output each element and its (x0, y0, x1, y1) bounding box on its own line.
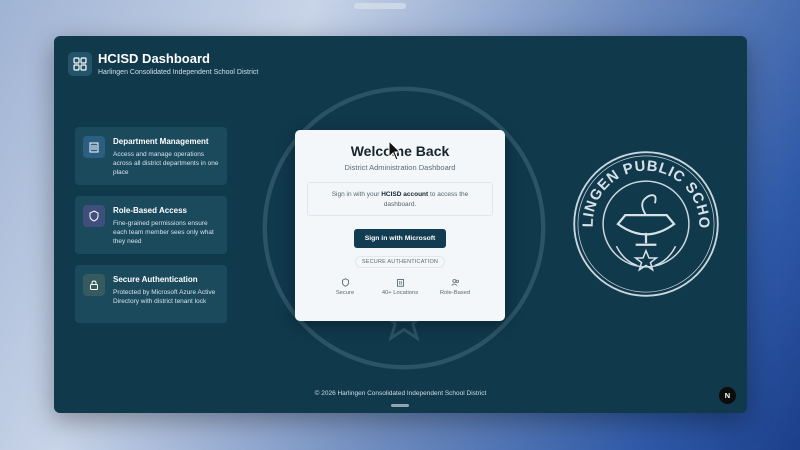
login-feature-label: Role-Based (439, 290, 471, 296)
shield-icon (341, 278, 349, 287)
feature-description: Fine-grained permissions ensure each tea… (113, 220, 214, 245)
secure-auth-tag: SECURE AUTHENTICATION (354, 256, 446, 268)
seal-text: HARLINGEN PUBLIC SCHOOLS (572, 150, 711, 229)
notice-text: Sign in with your (331, 191, 382, 198)
feature-card-auth: Secure Authentication Protected by Micro… (75, 265, 227, 323)
login-feature-label: 40+ Locations (381, 290, 419, 296)
shield-icon (83, 205, 105, 227)
login-feature-label: Secure (335, 290, 355, 296)
grid-icon (68, 52, 92, 76)
login-feature-locations: 40+ Locations (374, 278, 426, 296)
brand-header: HCISD Dashboard Harlingen Consolidated I… (68, 52, 258, 76)
svg-text:HARLINGEN PUBLIC SCHOOLS: HARLINGEN PUBLIC SCHOOLS (572, 150, 711, 229)
feature-card-department: Department Management Access and manage … (75, 127, 227, 185)
app-title: HCISD Dashboard (98, 51, 210, 66)
building-icon (83, 136, 105, 158)
users-icon (450, 279, 459, 286)
signin-microsoft-button[interactable]: Sign in with Microsoft (354, 229, 446, 248)
login-feature-role: Role-Based (429, 278, 481, 296)
footer-copyright: © 2026 Harlingen Consolidated Independen… (314, 390, 487, 397)
signin-notice: Sign in with your HCISD account to acces… (307, 182, 493, 216)
feature-description: Protected by Microsoft Azure Active Dire… (113, 289, 216, 305)
notice-account: HCISD account (381, 191, 429, 198)
mouse-cursor-icon (388, 140, 402, 161)
school-seal: HARLINGEN PUBLIC SCHOOLS (572, 150, 719, 297)
building-icon (396, 279, 404, 287)
login-features: Secure 40+ Locations Role-Based (319, 278, 481, 296)
menu-bar-indicator (354, 3, 406, 9)
login-feature-secure: Secure (319, 278, 371, 296)
dev-tools-badge[interactable]: N (719, 387, 736, 404)
feature-title: Department Management (113, 137, 209, 146)
app-subtitle: Harlingen Consolidated Independent Schoo… (98, 69, 259, 76)
feature-description: Access and manage operations across all … (113, 151, 219, 176)
login-subtitle: District Administration Dashboard (344, 163, 456, 172)
scroll-indicator[interactable] (391, 404, 409, 407)
lock-icon (83, 274, 105, 296)
feature-title: Secure Authentication (113, 275, 198, 284)
feature-card-role: Role-Based Access Fine-grained permissio… (75, 196, 227, 254)
feature-title: Role-Based Access (113, 206, 187, 215)
app-window: HCISD Dashboard Harlingen Consolidated I… (54, 36, 747, 413)
